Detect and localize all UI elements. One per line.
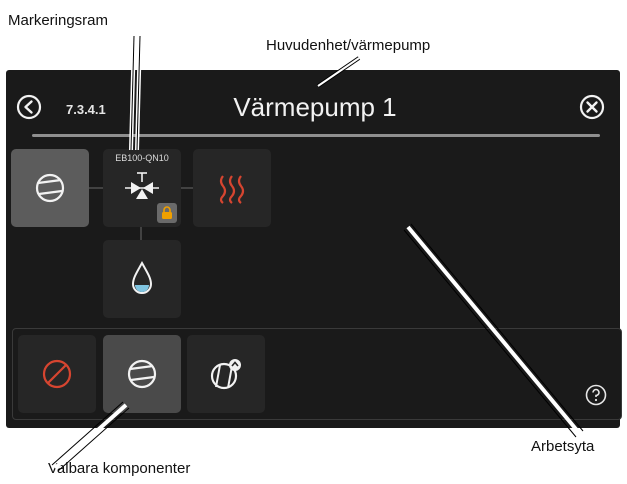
hot-water-icon xyxy=(131,260,153,294)
none-icon xyxy=(42,359,72,389)
cooling-compressor-icon xyxy=(210,359,241,390)
callout-arbetsyta: Arbetsyta xyxy=(531,438,595,455)
back-icon[interactable] xyxy=(15,93,43,121)
compressor-option-tile[interactable] xyxy=(103,335,181,413)
lock-badge xyxy=(157,203,177,223)
hot-water-tile[interactable] xyxy=(103,240,181,318)
compressor-icon xyxy=(35,173,65,203)
none-option-tile[interactable] xyxy=(18,335,96,413)
callout-huvudenhet: Huvudenhet/värmepump xyxy=(266,37,431,54)
heating-tile[interactable] xyxy=(193,149,271,227)
heating-icon xyxy=(219,175,245,204)
page-title: Värmepump 1 xyxy=(233,92,397,122)
lock-icon xyxy=(162,206,172,219)
callout-valbara: Valbara komponenter xyxy=(48,460,191,477)
callout-markeringsram: Markeringsram xyxy=(8,12,109,29)
valve-tile[interactable]: EB100-QN10 xyxy=(103,149,181,227)
close-icon[interactable] xyxy=(578,93,606,121)
header-divider xyxy=(32,134,600,137)
menu-number: 7.3.4.1 xyxy=(66,102,106,117)
heat-pump-tile[interactable] xyxy=(11,149,89,227)
cooling-compressor-option-tile[interactable] xyxy=(187,335,265,413)
compressor-icon xyxy=(127,359,157,389)
help-icon[interactable] xyxy=(584,383,608,407)
